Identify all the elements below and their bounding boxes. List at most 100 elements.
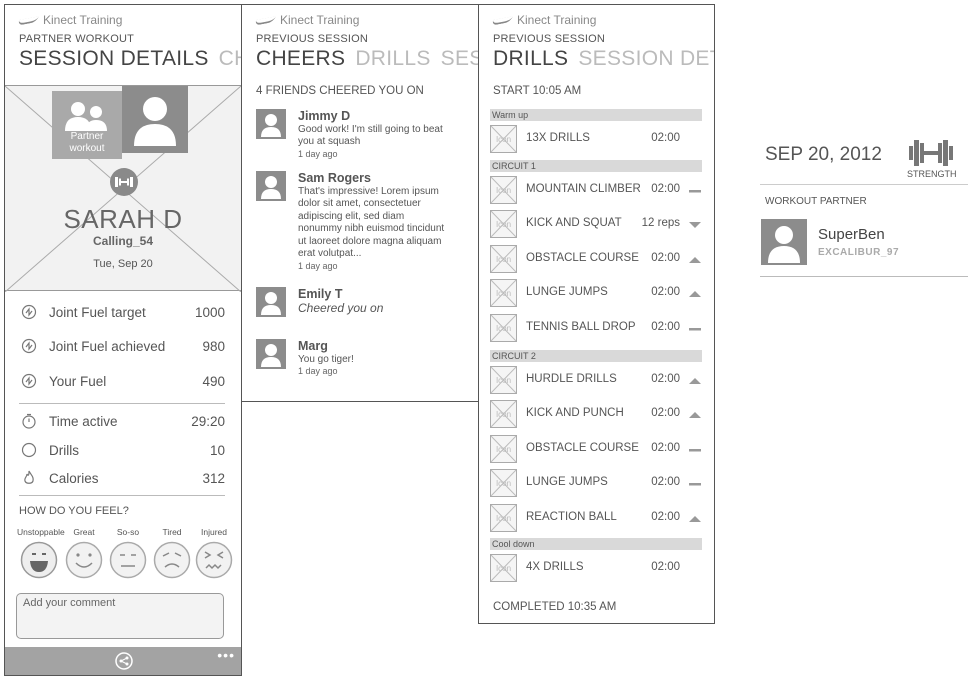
mood-label: Great xyxy=(73,527,95,537)
drill-name: OBSTACLE COURSE xyxy=(526,442,639,454)
person-icon xyxy=(256,171,286,201)
drill-row[interactable]: Icon LUNGE JUMPS 02:00 xyxy=(490,279,702,307)
stat-value: 490 xyxy=(202,373,225,389)
image-placeholder-icon: Icon xyxy=(490,435,517,463)
circle-icon xyxy=(19,442,39,458)
stat-label: Your Fuel xyxy=(49,373,107,389)
mood-so-so[interactable]: So-so xyxy=(106,527,150,579)
brand-logo-icon xyxy=(493,16,511,24)
section-title: PREVIOUS SESSION xyxy=(493,33,606,45)
drill-row[interactable]: Icon OBSTACLE COURSE 02:00 xyxy=(490,245,702,273)
stat-label: Calories xyxy=(49,470,99,486)
fuel-icon xyxy=(19,373,39,389)
drill-value: 02:00 xyxy=(651,286,680,298)
thumb-label: Icon xyxy=(496,410,511,419)
pivot-cheers[interactable]: CHEERS xyxy=(256,47,345,70)
drill-thumbnail: Icon xyxy=(490,125,517,153)
drill-row[interactable]: Icon 4X DRILLS 02:00 xyxy=(490,554,702,582)
partner-workout-tile[interactable]: Partner workout xyxy=(52,91,122,159)
drill-name: 13X DRILLS xyxy=(526,132,590,144)
trend-flat-icon xyxy=(689,483,701,486)
drill-thumbnail: Icon xyxy=(490,279,517,307)
workout-date: SEP 20, 2012 xyxy=(765,144,882,165)
stat-row: Your Fuel 490 xyxy=(19,371,225,391)
fuel-icon xyxy=(19,304,39,320)
mood-injured[interactable]: Injured xyxy=(192,527,236,579)
pivot-session-details[interactable]: SESSION DETAILS xyxy=(19,47,209,70)
drill-row[interactable]: Icon HURDLE DRILLS 02:00 xyxy=(490,366,702,394)
grinning-face-icon xyxy=(20,541,58,579)
stat-value: 10 xyxy=(209,442,225,458)
tired-face-icon xyxy=(153,541,191,579)
mood-label: Tired xyxy=(162,527,182,537)
drill-value: 02:00 xyxy=(651,183,680,195)
brand-logo-icon xyxy=(19,16,37,24)
feel-title: HOW DO YOU FEEL? xyxy=(19,505,129,517)
trend-up-icon xyxy=(689,412,701,418)
drill-thumbnail: Icon xyxy=(490,554,517,582)
session-details-screen: Kinect Training PARTNER WORKOUT SESSION … xyxy=(4,4,242,676)
drill-row[interactable]: Icon LUNGE JUMPS 02:00 xyxy=(490,469,702,497)
drill-value: 02:00 xyxy=(651,407,680,419)
image-placeholder-icon: Icon xyxy=(490,210,517,238)
partner-avatar[interactable] xyxy=(761,219,807,265)
mood-label: Unstoppable xyxy=(17,527,65,537)
drill-thumbnail: Icon xyxy=(490,435,517,463)
drill-group-header: Warm up xyxy=(490,109,702,121)
thumb-label: Icon xyxy=(496,564,511,573)
drill-row[interactable]: Icon KICK AND SQUAT 12 reps xyxy=(490,210,702,238)
group-icon xyxy=(65,102,107,131)
strength-badge xyxy=(110,168,138,196)
cheer-message: That's impressive! Lorem ipsum dolor sit… xyxy=(298,186,445,260)
cheer-name: Emily T xyxy=(298,287,343,301)
cheer-item[interactable]: Sam Rogers That's impressive! Lorem ipsu… xyxy=(256,171,456,275)
pivot-cheers[interactable]: CHEE xyxy=(219,47,241,70)
pivot-session-details[interactable]: SESSION DETA xyxy=(578,47,714,70)
mood-unstoppable[interactable]: Unstoppable xyxy=(17,527,65,579)
partner-handle: Calling_54 xyxy=(92,234,154,248)
drill-thumbnail: Icon xyxy=(490,366,517,394)
drill-thumbnail: Icon xyxy=(490,245,517,273)
partner-name: SARAH D xyxy=(63,204,183,234)
drill-row[interactable]: Icon KICK AND PUNCH 02:00 xyxy=(490,400,702,428)
mood-tired[interactable]: Tired xyxy=(150,527,194,579)
pivot-session[interactable]: SESSI xyxy=(441,47,478,70)
mood-great[interactable]: Great xyxy=(62,527,106,579)
cheer-message: Good work! I'm still going to beat you a… xyxy=(298,124,443,148)
cheer-item[interactable]: Emily T Cheered you on xyxy=(256,287,456,323)
cheer-item[interactable]: Jimmy D Good work! I'm still going to be… xyxy=(256,109,456,159)
share-icon[interactable] xyxy=(115,652,133,670)
brand-logo-icon xyxy=(256,16,274,24)
cheers-screen: Kinect Training PREVIOUS SESSION CHEERS D… xyxy=(241,4,479,402)
drill-name: HURDLE DRILLS xyxy=(526,373,617,385)
image-placeholder-icon: Icon xyxy=(490,366,517,394)
cheer-item[interactable]: Marg You go tiger! 1 day ago xyxy=(256,339,456,379)
cheer-count: 4 FRIENDS CHEERED YOU ON xyxy=(256,85,424,97)
drill-row[interactable]: Icon 13X DRILLS 02:00 xyxy=(490,125,702,153)
cheer-message: You go tiger! xyxy=(298,354,354,365)
pivot-drills[interactable]: DRILLS xyxy=(493,47,568,70)
pivot-drills[interactable]: DRILLS xyxy=(355,47,430,70)
drill-value: 02:00 xyxy=(651,511,680,523)
trend-up-icon xyxy=(689,516,701,522)
thumb-label: Icon xyxy=(496,376,511,385)
image-placeholder-icon: Icon xyxy=(490,279,517,307)
drill-row[interactable]: Icon OBSTACLE COURSE 02:00 xyxy=(490,435,702,463)
app-bar: ••• xyxy=(5,647,241,675)
divider xyxy=(760,184,968,185)
drill-row[interactable]: Icon REACTION BALL 02:00 xyxy=(490,504,702,532)
partner-workout-label: Partner workout xyxy=(69,131,105,154)
drill-name: OBSTACLE COURSE xyxy=(526,252,639,264)
stat-row: Drills 10 xyxy=(19,440,225,460)
thumb-label: Icon xyxy=(496,514,511,523)
drill-name: KICK AND SQUAT xyxy=(526,217,622,229)
smile-face-icon xyxy=(65,541,103,579)
drill-name: KICK AND PUNCH xyxy=(526,407,624,419)
partner-name[interactable]: SuperBen xyxy=(818,226,885,243)
drill-row[interactable]: Icon MOUNTAIN CLIMBER 02:00 xyxy=(490,176,702,204)
drill-value: 02:00 xyxy=(651,476,680,488)
drill-row[interactable]: Icon TENNIS BALL DROP 02:00 xyxy=(490,314,702,342)
more-options-icon[interactable]: ••• xyxy=(217,647,235,663)
partner-avatar[interactable] xyxy=(122,86,188,153)
comment-input[interactable]: Add your comment xyxy=(16,593,224,639)
